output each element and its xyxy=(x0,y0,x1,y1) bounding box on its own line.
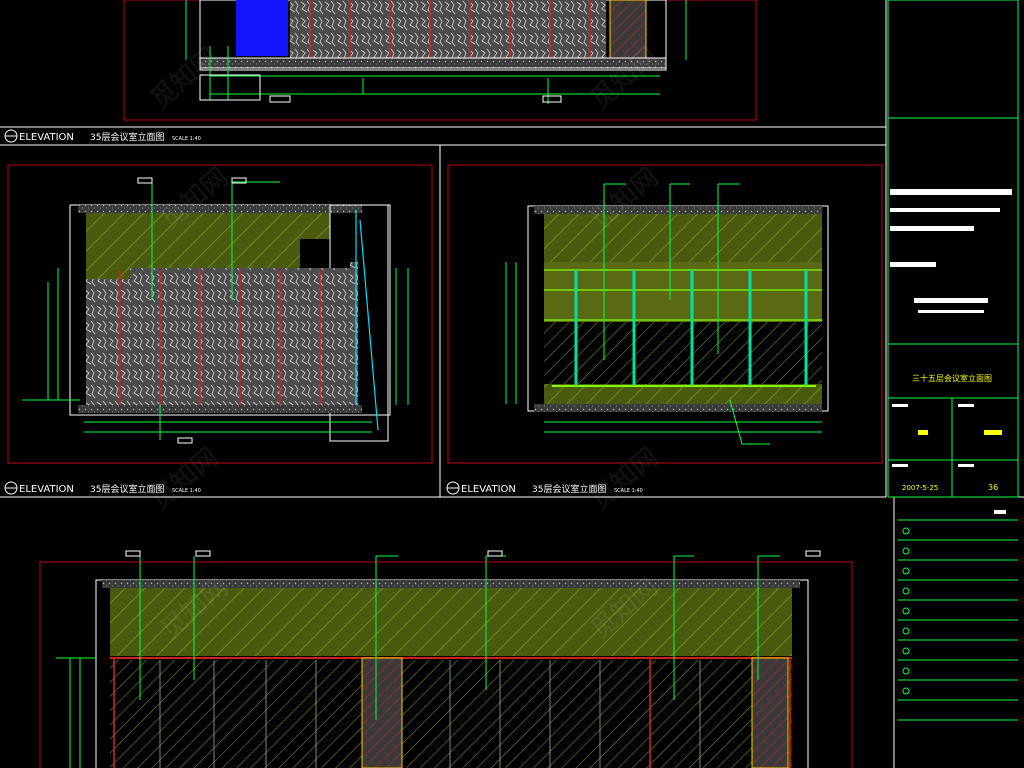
project-name: 三十五层会议室立面图 xyxy=(912,373,992,383)
view-title-top: ELEVATION 35层会议室立面图 SCALE 1:40 xyxy=(4,129,201,143)
watermark: 觅知网 xyxy=(145,442,224,515)
stone-wall-top xyxy=(290,0,606,58)
elevation-view-bottom xyxy=(39,550,853,768)
stone-wall-left xyxy=(86,262,358,405)
revision-marker-icon xyxy=(902,527,910,695)
view-label: ELEVATION xyxy=(461,484,516,495)
cad-drawing-canvas: ELEVATION 35层会议室立面图 SCALE 1:40 ELEVATION… xyxy=(0,0,1024,768)
view-scale: SCALE 1:40 xyxy=(172,136,201,142)
elevation-view-left xyxy=(7,164,433,464)
watermark: 觅知网 xyxy=(585,442,664,515)
watermark: 觅知网 xyxy=(145,42,224,115)
sheet-number: 36 xyxy=(988,483,998,492)
glass-panel xyxy=(236,0,288,56)
view-label: ELEVATION xyxy=(19,132,74,143)
revision-table xyxy=(898,510,1018,721)
view-label: ELEVATION xyxy=(19,484,74,495)
view-title: 35层会议室立面图 xyxy=(90,131,164,143)
drawing-date: 2007-5-25 xyxy=(902,484,938,492)
elevation-view-right xyxy=(447,164,883,464)
title-block: 三十五层会议室立面图 2007-5-25 36 xyxy=(887,0,1019,498)
hatched-ceiling xyxy=(544,214,822,262)
